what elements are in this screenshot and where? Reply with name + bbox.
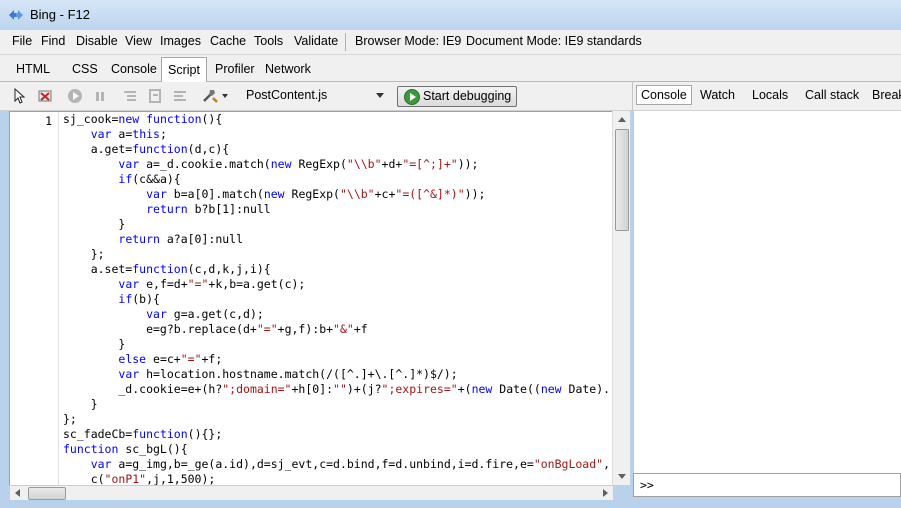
code-line: a.set=function(c,d,k,j,i){	[63, 262, 271, 276]
editor-vertical-scrollbar[interactable]	[612, 111, 630, 485]
window-title: Bing - F12	[30, 7, 90, 22]
code-view: sj_cook=new function(){ var a=this; a.ge…	[63, 112, 613, 486]
code-line: sc_fadeCb=function(){};	[63, 427, 223, 441]
script-editor[interactable]: 1 sj_cook=new function(){ var a=this; a.…	[9, 111, 614, 487]
console-input[interactable]: >>	[633, 473, 901, 497]
code-line: var a=this;	[90, 127, 167, 141]
menu-disable[interactable]: Disable	[76, 34, 118, 48]
tool-tabs: HTML CSS Console Script Profiler Network	[0, 55, 901, 82]
tab-network[interactable]: Network	[259, 59, 317, 79]
code-line: if(b){	[118, 292, 160, 306]
code-line: }	[63, 337, 126, 351]
code-line: var h=location.hostname.match(/([^.]+\.[…	[118, 367, 458, 381]
vertical-scroll-thumb[interactable]	[615, 129, 629, 231]
console-prompt: >>	[640, 478, 654, 492]
code-line: _d.cookie=e+(h?";domain="+h[0]:"")+(j?";…	[63, 382, 611, 396]
script-file-name: PostContent.js	[246, 88, 328, 102]
code-line: else e=c+"="+f;	[118, 352, 223, 366]
code-line: function sc_bgL(){	[63, 442, 188, 456]
scroll-right-icon[interactable]	[598, 486, 613, 501]
tab-profiler[interactable]: Profiler	[209, 59, 261, 79]
menu-cache[interactable]: Cache	[210, 34, 246, 48]
play-icon	[404, 89, 420, 105]
scroll-left-icon[interactable]	[10, 486, 25, 501]
code-line: var a=_d.cookie.match(new RegExp("\\b"+d…	[118, 157, 479, 171]
tab-call-stack[interactable]: Call stack	[805, 88, 859, 102]
code-line: }	[63, 397, 98, 411]
menu-view[interactable]: View	[125, 34, 152, 48]
tab-html[interactable]: HTML	[10, 59, 56, 79]
clear-breakpoints-icon[interactable]	[37, 88, 53, 104]
code-line: return a?a[0]:null	[118, 232, 244, 246]
code-line: var a=g_img,b=_ge(a.id),d=sj_evt,c=d.bin…	[90, 457, 611, 471]
menu-images[interactable]: Images	[160, 34, 201, 48]
tools-dropdown-icon[interactable]	[202, 88, 230, 104]
code-line: };	[63, 412, 77, 426]
menu-tools[interactable]: Tools	[254, 34, 283, 48]
select-element-icon[interactable]	[12, 88, 28, 104]
code-line: return b?b[1]:null	[146, 202, 271, 216]
break-all-icon[interactable]	[92, 88, 108, 104]
f12-tools-icon	[9, 10, 23, 20]
script-file-select[interactable]: PostContent.js	[238, 87, 390, 105]
step-over-icon[interactable]	[147, 88, 163, 104]
code-line: var g=a.get(c,d);	[146, 307, 264, 321]
menu-bar: File Find Disable View Images Cache Tool…	[0, 30, 901, 55]
code-line: a.get=function(d,c){	[63, 142, 230, 156]
scroll-up-icon[interactable]	[613, 111, 630, 128]
tab-console[interactable]: Console	[105, 59, 163, 79]
tab-css[interactable]: CSS	[66, 59, 104, 79]
console-output-pane	[633, 111, 901, 473]
window-bottom-frame	[0, 500, 901, 508]
tab-right-console[interactable]: Console	[636, 85, 692, 105]
line-number: 1	[45, 114, 52, 128]
script-toolbar: PostContent.js Start debugging	[0, 82, 632, 111]
code-line: var e,f=d+"="+k,b=a.get(c);	[118, 277, 306, 291]
continue-icon[interactable]	[67, 88, 83, 104]
code-line: e=g?b.replace(d+"="+g,f):b+"&"+f	[63, 322, 368, 336]
menu-file[interactable]: File	[12, 34, 32, 48]
code-line: c("onP1",j,1,500);	[63, 472, 216, 486]
line-number-gutter: 1	[10, 112, 59, 486]
menu-find[interactable]: Find	[41, 34, 65, 48]
code-line: sj_cook=new function(){	[63, 112, 223, 126]
document-mode-menu[interactable]: Document Mode: IE9 standards	[466, 34, 642, 48]
tab-breakpoints[interactable]: Breakp	[872, 88, 901, 102]
code-line: };	[63, 247, 105, 261]
scroll-down-icon[interactable]	[613, 468, 630, 485]
step-into-icon[interactable]	[122, 88, 138, 104]
code-line: if(c&&a){	[118, 172, 181, 186]
browser-mode-menu[interactable]: Browser Mode: IE9	[355, 34, 461, 48]
title-bar: Bing - F12	[0, 0, 901, 30]
right-pane-tabs: Console Watch Locals Call stack Breakp	[632, 82, 901, 111]
tab-script[interactable]: Script	[161, 57, 207, 82]
step-out-icon[interactable]	[172, 88, 188, 104]
code-line: }	[63, 217, 126, 231]
code-line: var b=a[0].match(new RegExp("\\b"+c+"=([…	[146, 187, 486, 201]
tab-watch[interactable]: Watch	[700, 88, 735, 102]
tab-locals[interactable]: Locals	[752, 88, 788, 102]
menu-separator	[345, 33, 346, 51]
chevron-down-icon	[376, 93, 384, 98]
start-debugging-button[interactable]: Start debugging	[397, 86, 517, 107]
start-debugging-label: Start debugging	[423, 89, 512, 103]
menu-validate[interactable]: Validate	[294, 34, 338, 48]
horizontal-scroll-thumb[interactable]	[28, 487, 66, 500]
